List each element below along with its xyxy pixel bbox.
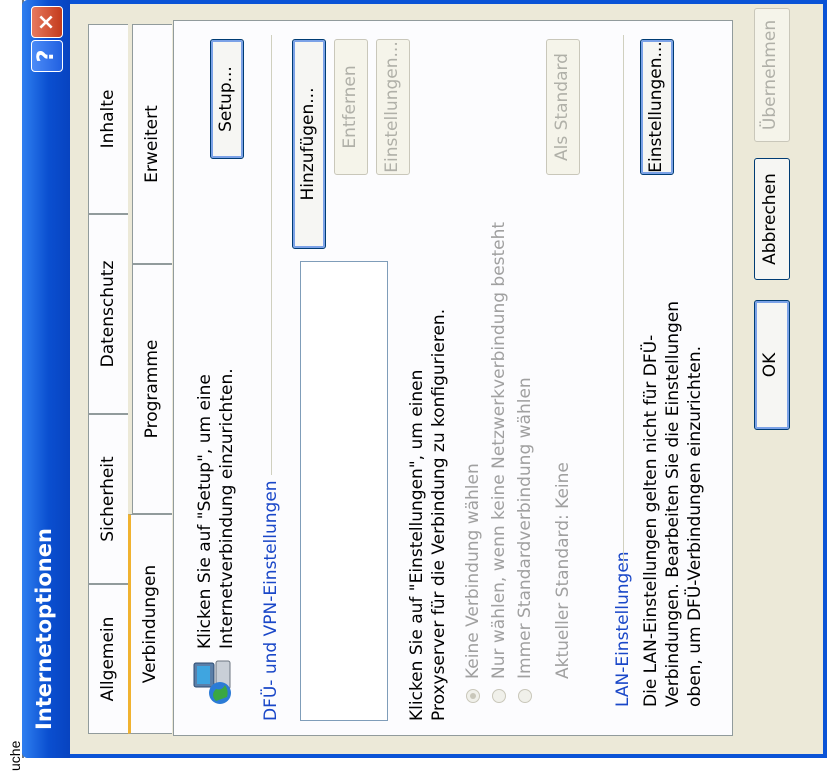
lan-info-line1: Die LAN-Einstellungen gelten nicht für D… [641,334,661,707]
network-connection-icon [193,660,231,704]
help-button[interactable]: ? [31,40,63,72]
proxy-instruction-line1: Klicken Sie auf "Einstellungen", um eine… [407,369,427,721]
lan-heading: LAN-Einstellungen [613,551,633,707]
background-window [0,0,24,758]
lan-separator [623,35,624,565]
radio-always-dial-default [518,689,532,703]
connections-listbox[interactable] [300,261,388,721]
setup-instruction-line2: Internetverbindung einzurichten. [217,368,237,649]
option-no-dial: Keine Verbindung wählen [463,463,483,679]
tab-erweitert[interactable]: Erweitert [132,24,172,264]
current-default-label: Aktueller Standard: Keine [553,462,573,679]
cancel-button[interactable]: Abbrechen [754,158,790,280]
lan-info-line3: oben, um DFÜ-Verbindungen einzurichten. [685,345,705,707]
tab-allgemein[interactable]: Allgemein [88,584,128,734]
radio-no-dial [466,689,480,703]
set-default-button: Als Standard [546,39,580,175]
dfu-vpn-heading: DFÜ- und VPN-Einstellungen [261,480,281,721]
connection-settings-button: Einstellungen... [376,39,410,175]
apply-button: Übernehmen [754,8,790,142]
tab-datenschutz[interactable]: Datenschutz [88,214,128,414]
tab-programme[interactable]: Programme [132,264,172,514]
title-bar[interactable]: Internetoptionen ? × [22,0,70,758]
setup-button[interactable]: Setup... [210,39,244,159]
internet-options-dialog: Internetoptionen ? × Allgemein Sicherhei… [22,0,827,758]
option-always-dial-default: Immer Standardverbindung wählen [515,377,535,679]
lan-settings-button[interactable]: Einstellungen... [640,39,674,175]
setup-instruction-line1: Klicken Sie auf "Setup", um eine [195,374,215,649]
proxy-instruction-line2: Proxyserver für die Verbindung zu konfig… [429,308,449,721]
lan-info-line2: Verbindungen. Bearbeiten Sie die Einstel… [663,300,683,707]
remove-connection-button: Entfernen [334,39,368,175]
radio-dial-when-no-network [492,689,506,703]
dialog-title: Internetoptionen [32,528,56,730]
ok-button[interactable]: OK [754,300,790,430]
connections-panel: Klicken Sie auf "Setup", um eine Interne… [173,20,733,736]
add-connection-button[interactable]: Hinzufügen... [292,39,326,249]
dialog-client-area: Allgemein Sicherheit Datenschutz Inhalte… [70,4,823,754]
tab-inhalte[interactable]: Inhalte [88,24,128,214]
dfu-separator [271,35,272,475]
tab-verbindungen[interactable]: Verbindungen [128,514,172,734]
tab-sicherheit[interactable]: Sicherheit [88,414,128,584]
option-dial-when-no-network: Nur wählen, wenn keine Netzwerkverbindun… [489,221,509,679]
close-button[interactable]: × [31,6,63,38]
